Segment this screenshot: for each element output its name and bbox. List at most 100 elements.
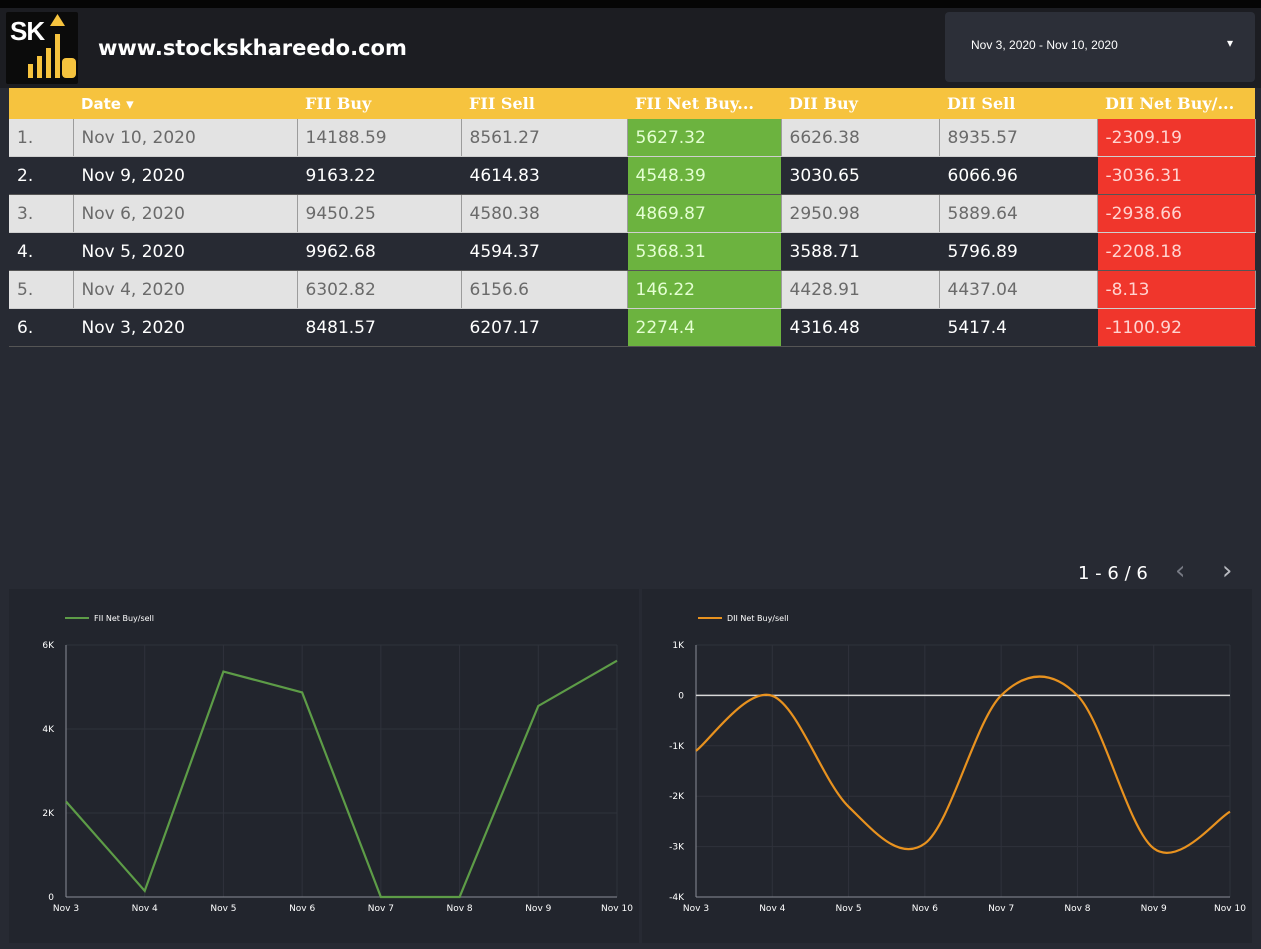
cell-dii-net: -8.13 (1097, 270, 1256, 309)
series-line (65, 659, 618, 899)
cell-dii-sell: 8935.57 (939, 119, 1098, 157)
y-tick-label: -2K (669, 792, 685, 802)
cell-date: Nov 9, 2020 (73, 156, 298, 195)
cell-dii-sell: 5889.64 (939, 194, 1098, 233)
x-tick-label: Nov 6 (289, 904, 315, 914)
cell-fii-buy: 9450.25 (297, 194, 462, 233)
fii-net-line-chart: 0 2K 4K 6K Nov 3 Nov 4 Nov 5 Nov 6 Nov 7 Nov 8 Nov… (42, 614, 633, 914)
row-index: 3. (9, 194, 74, 233)
cell-fii-buy: 6302.82 (297, 270, 462, 309)
column-header-dii-buy[interactable]: DII Buy (781, 88, 939, 119)
y-tick-label: 6K (42, 641, 55, 651)
logo: SK (6, 12, 78, 84)
x-tick-label: Nov 6 (912, 904, 938, 914)
x-tick-label: Nov 4 (132, 904, 158, 914)
cell-fii-net: 4548.39 (627, 156, 782, 195)
x-tick-label: Nov 7 (988, 904, 1014, 914)
cell-dii-buy: 6626.38 (781, 119, 940, 157)
y-tick-label: -4K (669, 893, 685, 903)
x-tick-label: Nov 10 (1214, 904, 1246, 914)
cell-dii-net: -2208.18 (1097, 232, 1256, 271)
cell-date: Nov 5, 2020 (73, 232, 298, 271)
chevron-right-icon[interactable]: › (1222, 556, 1232, 586)
cell-dii-sell: 5796.89 (939, 232, 1098, 271)
cell-fii-sell: 6207.17 (461, 308, 628, 347)
x-tick-label: Nov 3 (683, 904, 709, 914)
x-tick-label: Nov 8 (446, 904, 472, 914)
y-tick-label: -1K (669, 742, 685, 752)
x-tick-label: Nov 4 (759, 904, 785, 914)
cell-date: Nov 4, 2020 (73, 270, 298, 309)
cell-fii-buy: 9962.68 (297, 232, 462, 271)
cell-dii-net: -2938.66 (1097, 194, 1256, 233)
cell-fii-net: 4869.87 (627, 194, 782, 233)
table-row: 1. Nov 10, 2020 14188.59 8561.27 5627.32… (9, 119, 1256, 157)
pagination-label: 1 - 6 / 6 (1078, 563, 1148, 584)
cell-fii-net: 2274.4 (627, 308, 782, 347)
cell-fii-net: 146.22 (627, 270, 782, 309)
date-range-picker[interactable]: Nov 3, 2020 - Nov 10, 2020 ▾ (945, 12, 1255, 82)
cell-fii-sell: 4614.83 (461, 156, 628, 195)
row-index: 1. (9, 119, 74, 157)
cell-date: Nov 10, 2020 (73, 119, 298, 157)
x-tick-label: Nov 5 (210, 904, 236, 914)
site-title[interactable]: www.stockskhareedo.com (98, 36, 407, 60)
y-tick-label: 0 (678, 691, 684, 701)
column-header-date[interactable]: Date ▾ (73, 88, 297, 119)
cell-dii-net: -1100.92 (1097, 308, 1256, 347)
cell-dii-buy: 4316.48 (781, 308, 940, 347)
row-index: 5. (9, 270, 74, 309)
y-tick-label: 0 (48, 893, 54, 903)
x-tick-label: Nov 5 (835, 904, 861, 914)
series-line (695, 675, 1231, 854)
chevron-down-icon[interactable]: ▾ (1227, 36, 1233, 50)
column-header-dii-sell[interactable]: DII Sell (939, 88, 1097, 119)
dii-chart-panel: -4K -3K -2K -1K 0 1K Nov 3 Nov 4 Nov 5 Nov 6 Nov 7… (642, 589, 1252, 943)
cell-fii-sell: 8561.27 (461, 119, 628, 157)
row-index: 6. (9, 308, 74, 347)
y-tick-label: 1K (672, 641, 685, 651)
cell-dii-buy: 2950.98 (781, 194, 940, 233)
x-tick-label: Nov 3 (53, 904, 79, 914)
table-row: 6. Nov 3, 2020 8481.57 6207.17 2274.4 43… (9, 308, 1256, 347)
x-tick-label: Nov 7 (368, 904, 394, 914)
cell-dii-buy: 3588.71 (781, 232, 940, 271)
cell-fii-sell: 4580.38 (461, 194, 628, 233)
x-tick-label: Nov 8 (1064, 904, 1090, 914)
row-index: 2. (9, 156, 74, 195)
x-tick-label: Nov 10 (601, 904, 633, 914)
fii-dii-table: Date ▾ FII Buy FII Sell FII Net Buy... D… (9, 88, 1256, 347)
dii-net-line-chart: -4K -3K -2K -1K 0 1K Nov 3 Nov 4 Nov 5 Nov 6 Nov 7… (669, 614, 1246, 914)
table-row: 2. Nov 9, 2020 9163.22 4614.83 4548.39 3… (9, 156, 1256, 195)
table-header-row: Date ▾ FII Buy FII Sell FII Net Buy... D… (9, 88, 1255, 119)
cell-dii-net: -2309.19 (1097, 119, 1256, 157)
y-tick-label: -3K (669, 843, 685, 853)
cell-dii-buy: 4428.91 (781, 270, 940, 309)
y-tick-label: 2K (42, 809, 55, 819)
cell-dii-net: -3036.31 (1097, 156, 1256, 195)
cell-fii-net: 5627.32 (627, 119, 782, 157)
column-header-fii-buy[interactable]: FII Buy (297, 88, 461, 119)
column-header-dii-net[interactable]: DII Net Buy/... (1097, 88, 1255, 119)
cell-date: Nov 3, 2020 (73, 308, 298, 347)
x-tick-label: Nov 9 (525, 904, 551, 914)
table-row: 3. Nov 6, 2020 9450.25 4580.38 4869.87 2… (9, 194, 1256, 233)
legend-label: FII Net Buy/sell (94, 614, 154, 623)
column-header-fii-net[interactable]: FII Net Buy... (627, 88, 781, 119)
cell-fii-buy: 9163.22 (297, 156, 462, 195)
table-row: 5. Nov 4, 2020 6302.82 6156.6 146.22 442… (9, 270, 1256, 309)
cell-fii-buy: 14188.59 (297, 119, 462, 157)
date-range-text: Nov 3, 2020 - Nov 10, 2020 (971, 38, 1118, 52)
cell-fii-sell: 4594.37 (461, 232, 628, 271)
column-header-fii-sell[interactable]: FII Sell (461, 88, 627, 119)
cell-dii-sell: 6066.96 (939, 156, 1098, 195)
logo-bars-icon (28, 14, 76, 78)
cell-dii-buy: 3030.65 (781, 156, 940, 195)
fii-chart-panel: 0 2K 4K 6K Nov 3 Nov 4 Nov 5 Nov 6 Nov 7 Nov 8 Nov… (9, 589, 639, 943)
legend-label: DII Net Buy/sell (727, 614, 789, 623)
chevron-left-icon[interactable]: ‹ (1175, 556, 1185, 586)
cell-date: Nov 6, 2020 (73, 194, 298, 233)
cell-dii-sell: 4437.04 (939, 270, 1098, 309)
cell-fii-buy: 8481.57 (297, 308, 462, 347)
y-tick-label: 4K (42, 725, 55, 735)
